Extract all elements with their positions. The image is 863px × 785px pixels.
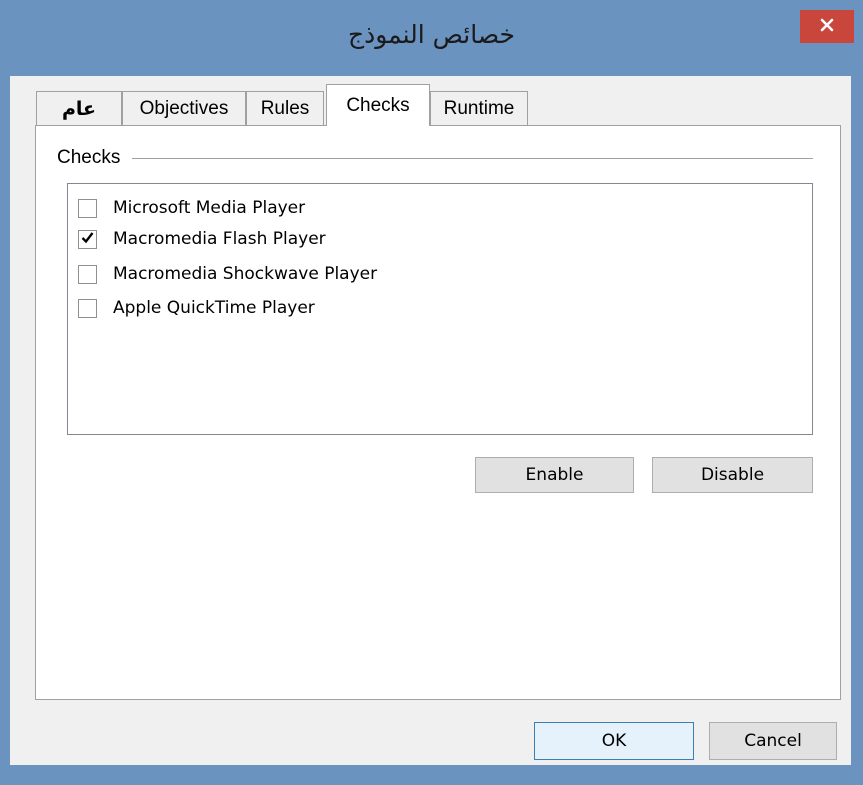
- tab-checks[interactable]: Checks: [326, 84, 430, 126]
- close-button[interactable]: [800, 10, 854, 43]
- ok-button[interactable]: OK: [534, 722, 694, 760]
- tab-general-label: عام: [61, 97, 97, 120]
- list-item-label: Macromedia Flash Player: [113, 229, 326, 249]
- checkmark-icon: [80, 230, 95, 249]
- tab-runtime-label: Runtime: [443, 97, 515, 119]
- disable-button-label: Disable: [700, 465, 765, 485]
- checkbox-macromedia-flash-player[interactable]: [78, 229, 97, 249]
- cancel-button-label: Cancel: [744, 731, 802, 751]
- title-bar[interactable]: خصائص النموذج: [0, 0, 863, 76]
- cancel-button[interactable]: Cancel: [709, 722, 837, 760]
- checks-listbox[interactable]: Microsoft Media Player Macromedia Flash …: [67, 183, 813, 435]
- checkbox-macromedia-shockwave-player[interactable]: [78, 264, 97, 284]
- tab-general[interactable]: عام: [36, 91, 122, 125]
- window-frame-bottom: [0, 765, 863, 785]
- list-item[interactable]: Apple QuickTime Player: [78, 294, 315, 322]
- enable-button[interactable]: Enable: [475, 457, 634, 493]
- tab-checks-label: Checks: [346, 94, 410, 116]
- dialog-window: خصائص النموذج عام Objectives Rules Check…: [0, 0, 863, 785]
- group-divider: [132, 158, 813, 159]
- list-item[interactable]: Macromedia Shockwave Player: [78, 260, 377, 288]
- tab-objectives-label: Objectives: [139, 97, 229, 119]
- list-item[interactable]: Microsoft Media Player: [78, 194, 305, 222]
- list-item[interactable]: Macromedia Flash Player: [78, 225, 326, 253]
- checkbox-apple-quicktime-player[interactable]: [78, 298, 97, 318]
- checkbox-microsoft-media-player[interactable]: [78, 198, 97, 218]
- disable-button[interactable]: Disable: [652, 457, 813, 493]
- list-item-label: Apple QuickTime Player: [113, 298, 315, 318]
- list-item-label: Macromedia Shockwave Player: [113, 264, 378, 284]
- close-icon: [819, 17, 835, 37]
- tab-rules[interactable]: Rules: [246, 91, 324, 125]
- window-frame-right: [851, 76, 863, 766]
- tab-runtime[interactable]: Runtime: [430, 91, 528, 125]
- list-item-label: Microsoft Media Player: [113, 198, 306, 218]
- enable-button-label: Enable: [525, 465, 584, 485]
- window-frame-left: [0, 76, 10, 766]
- ok-button-label: OK: [601, 731, 627, 751]
- checks-group-label: Checks: [57, 147, 121, 168]
- window-title: خصائص النموذج: [347, 20, 516, 49]
- tab-rules-label: Rules: [260, 97, 310, 119]
- tab-objectives[interactable]: Objectives: [122, 91, 246, 125]
